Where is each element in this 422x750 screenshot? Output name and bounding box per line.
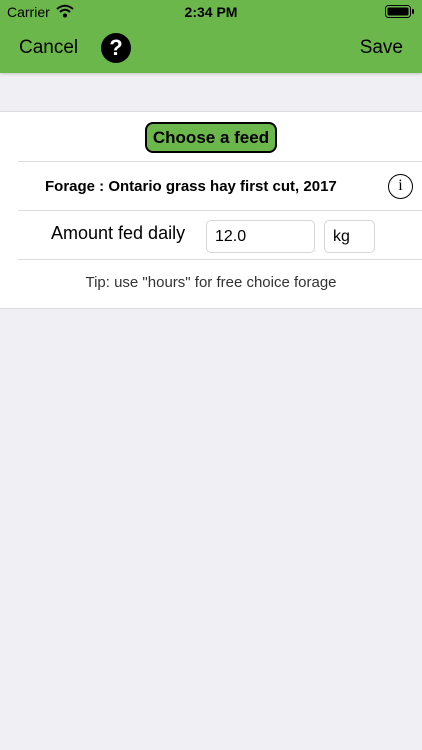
help-icon[interactable]: ? — [101, 33, 131, 63]
status-time: 2:34 PM — [184, 4, 238, 20]
tip-text: Tip: use "hours" for free choice forage — [85, 274, 337, 291]
amount-input[interactable] — [206, 220, 315, 253]
divider — [18, 210, 422, 211]
unit-input[interactable] — [324, 220, 375, 253]
battery-icon — [385, 5, 414, 18]
app-header: Carrier 2:34 PM Cancel ? Save — [0, 0, 422, 73]
nav-bar: Cancel ? Save — [0, 24, 422, 73]
divider — [18, 259, 422, 260]
cancel-button[interactable]: Cancel — [19, 37, 78, 59]
choose-feed-button[interactable]: Choose a feed — [145, 122, 277, 153]
divider — [18, 161, 422, 162]
feed-name-label: Forage : Ontario grass hay first cut, 20… — [45, 178, 337, 195]
save-button[interactable]: Save — [360, 37, 403, 59]
status-bar: Carrier 2:34 PM — [0, 0, 422, 24]
info-icon[interactable]: i — [388, 174, 413, 199]
feed-form-card: Choose a feed Forage : Ontario grass hay… — [0, 111, 422, 309]
amount-fed-label: Amount fed daily — [51, 223, 186, 243]
